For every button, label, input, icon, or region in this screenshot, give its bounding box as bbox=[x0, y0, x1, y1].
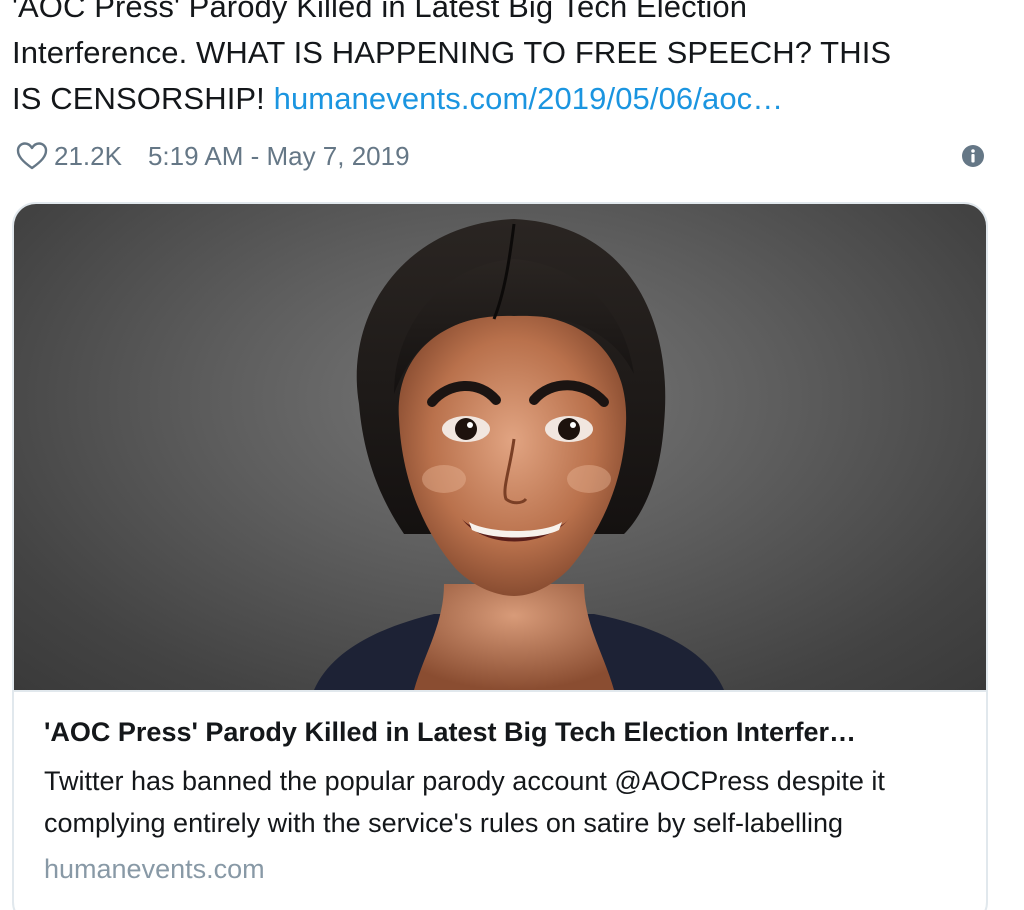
tweet-text-line-2: Interference. WHAT IS HAPPENING TO FREE … bbox=[12, 35, 892, 70]
tweet-link[interactable]: humanevents.com/2019/05/06/aoc… bbox=[274, 81, 784, 116]
card-body: 'AOC Press' Parody Killed in Latest Big … bbox=[44, 712, 964, 890]
tweet-timestamp[interactable]: 5:19 AM - May 7, 2019 bbox=[148, 141, 410, 172]
tweet-text-line-3: IS CENSORSHIP! humanevents.com/2019/05/0… bbox=[12, 76, 1002, 122]
tweet-text: 'AOC Press' Parody Killed in Latest Big … bbox=[12, 0, 1002, 122]
tweet-meta-row: 21.2K 5:19 AM - May 7, 2019 bbox=[16, 136, 1006, 176]
embedded-tweet: 'AOC Press' Parody Killed in Latest Big … bbox=[0, 0, 1024, 910]
card-description: Twitter has banned the popular parody ac… bbox=[44, 766, 885, 838]
like-button[interactable]: 21.2K bbox=[16, 141, 122, 172]
card-title[interactable]: 'AOC Press' Parody Killed in Latest Big … bbox=[44, 712, 964, 752]
card-domain: humanevents.com bbox=[44, 854, 265, 884]
link-preview-card[interactable]: 'AOC Press' Parody Killed in Latest Big … bbox=[12, 202, 988, 910]
card-image[interactable] bbox=[14, 204, 986, 692]
heart-outline-icon bbox=[16, 141, 48, 171]
like-count: 21.2K bbox=[54, 140, 122, 171]
tweet-text-line-1: 'AOC Press' Parody Killed in Latest Big … bbox=[12, 0, 748, 24]
info-circle-icon[interactable] bbox=[960, 143, 986, 169]
caricature-portrait-image bbox=[314, 219, 724, 690]
tweet-text-line-3-text: IS CENSORSHIP! bbox=[12, 81, 274, 116]
